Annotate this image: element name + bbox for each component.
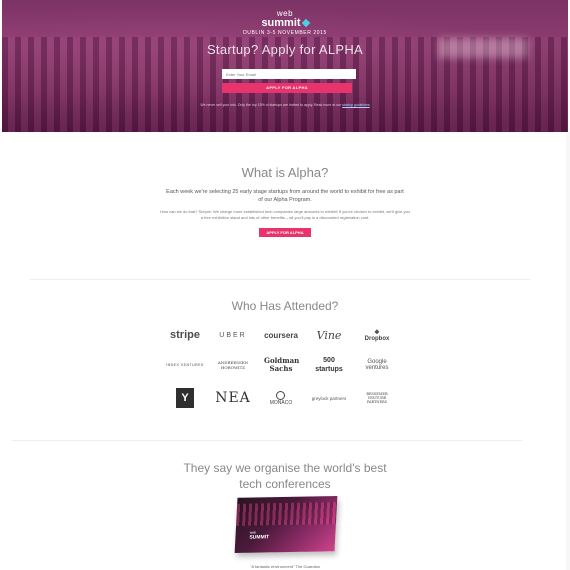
conference-title-line1: They say we organise the world's best [183,461,387,475]
alpha-description: Each week we're selecting 25 early stage… [166,189,404,203]
fine-print-text: We never sell your info. Only the top 15… [200,103,342,107]
section-divider [30,279,530,280]
page: web summit DUBLIN 3-5 NOVEMBER 2015 Star… [0,0,570,570]
web-summit-magazine-image: web SUMMIT [234,496,338,553]
logo-dropbox: ❖ Dropbox [364,329,390,342]
circle-icon [275,390,285,400]
hero-title: Startup? Apply for ALPHA [206,42,364,57]
logo-google-ventures: Google ventures [365,359,389,371]
magazine-photo [236,502,338,526]
alpha-subtext: How can we do that? Simple: We charge mo… [160,209,410,220]
hero-banner: web summit DUBLIN 3-5 NOVEMBER 2015 Star… [2,0,568,132]
alpha-section-title: What is Alpha? [241,165,329,180]
startup-guidelines-link[interactable]: startup guidelines [342,103,369,107]
logo-bessemer: BESSEMER VENTURE PARTNERS [366,392,388,404]
apply-for-alpha-button[interactable]: APPLY FOR ALPHA [222,83,352,93]
event-dates: DUBLIN 3-5 NOVEMBER 2015 [243,30,327,36]
logo-mark-icon [301,18,310,28]
logo-summit-text: summit [261,17,301,29]
section-divider [12,440,522,441]
conference-section-title: They say we organise the world's best te… [0,460,570,492]
press-quote: "A fantastic environment" The Guardian [250,564,320,569]
scrollbar-track[interactable] [566,132,570,570]
apply-for-alpha-button-secondary[interactable]: APPLY FOR ALPHA [259,228,311,237]
attended-section-title: Who Has Attended? [231,299,339,313]
hero-fine-print: We never sell your info. Only the top 15… [2,103,568,107]
web-summit-logo[interactable]: web summit [2,10,568,29]
magazine-logo: web SUMMIT [249,530,270,541]
email-input[interactable] [222,69,356,79]
conference-title-line2: tech conferences [239,477,331,491]
